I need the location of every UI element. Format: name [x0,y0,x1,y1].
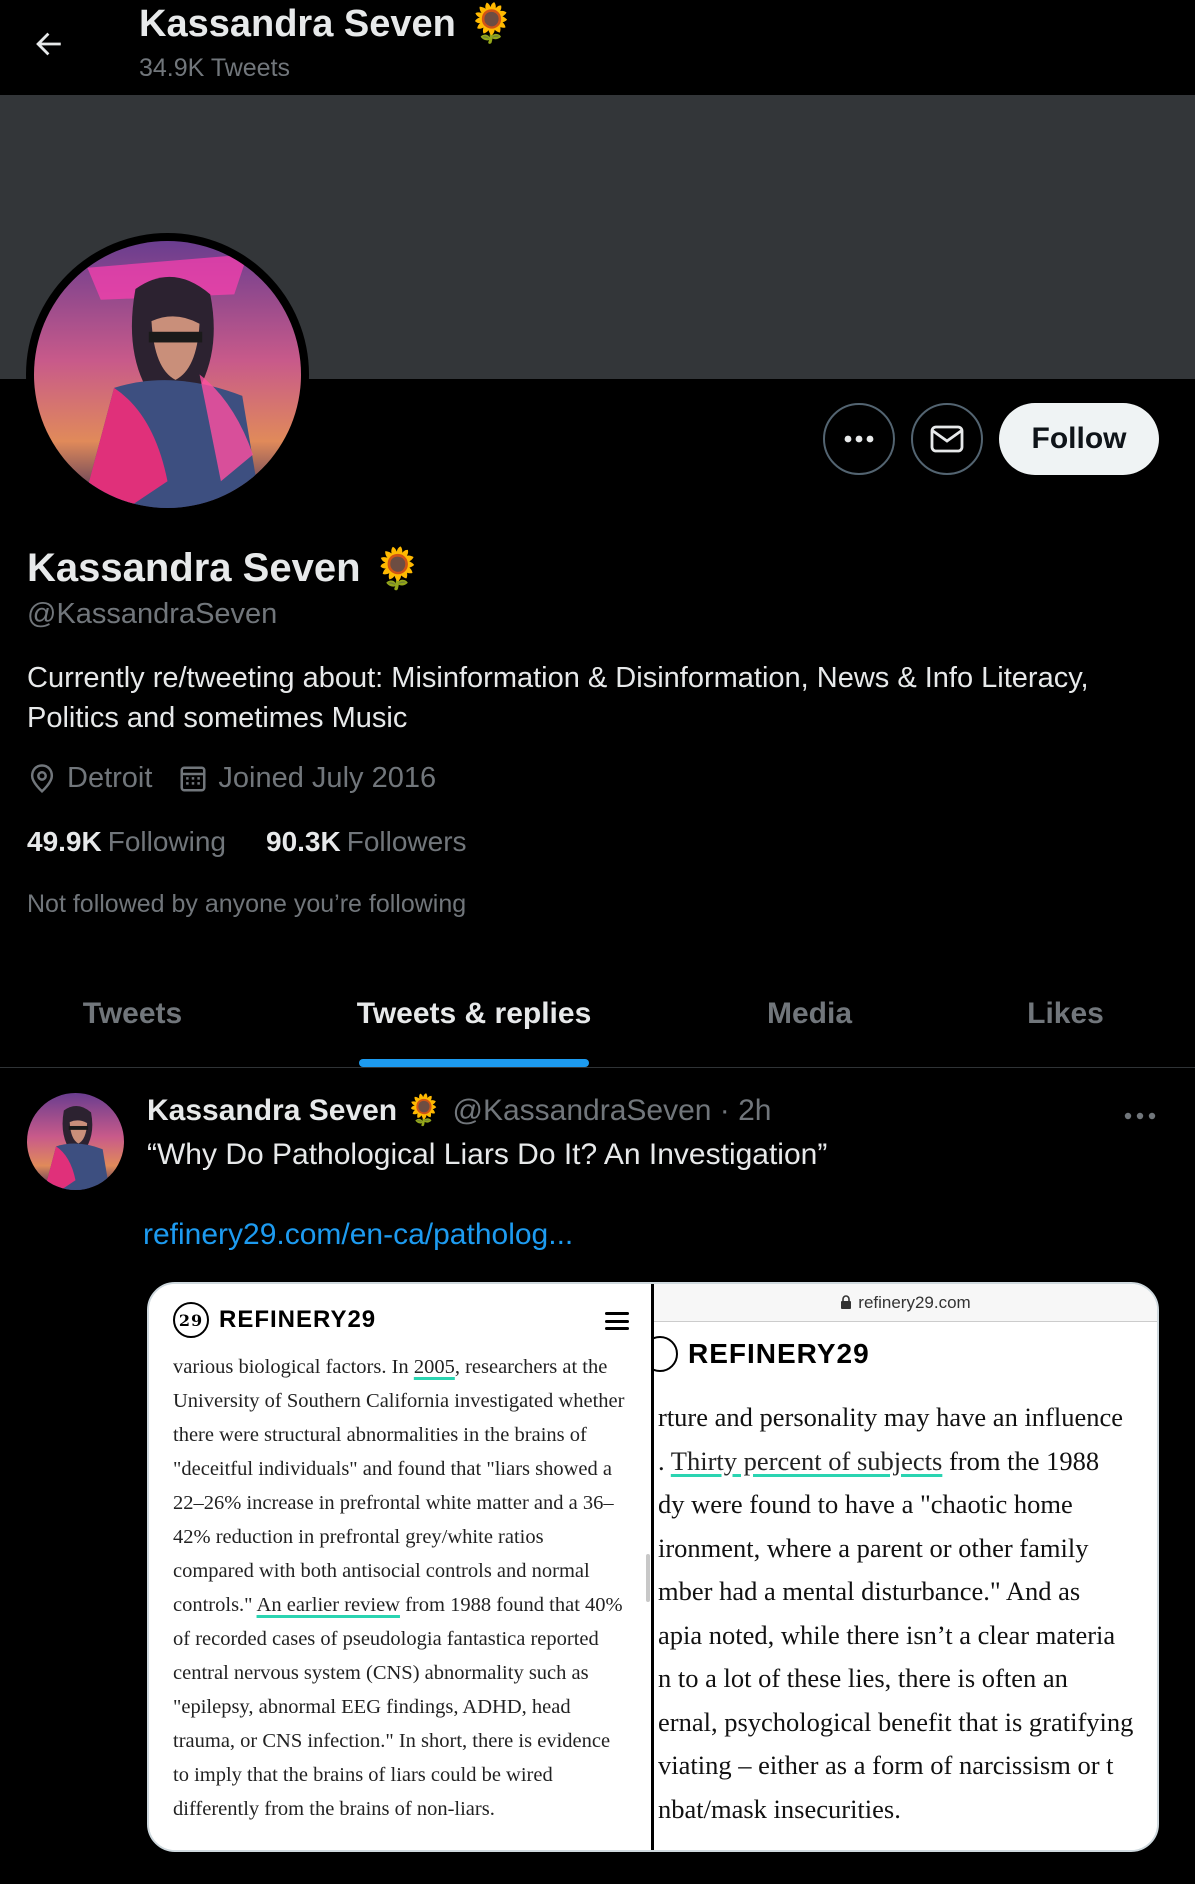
menu-icon [605,1312,629,1330]
left-article-text: various biological factors. In 2005, res… [173,1350,629,1826]
location-item: Detroit [27,762,152,795]
tweet-handle-time: @KassandraSeven · 2h [452,1093,772,1127]
refinery29-logo-icon: 29 [173,1302,209,1338]
follow-button[interactable]: Follow [999,403,1159,475]
more-options-button[interactable] [823,403,895,475]
url-text: refinery29.com [858,1292,971,1312]
more-icon [1124,1112,1156,1120]
tweet-link[interactable]: refinery29.com/en-ca/patholog... [143,1218,573,1252]
tweet-avatar[interactable] [27,1093,124,1190]
back-arrow-icon [36,32,61,56]
profile-tabs: Tweets Tweets & replies Media Likes [0,960,1195,1068]
left-text-part: from 1988 found that 40% of recorded cas… [173,1594,623,1820]
tab-likes[interactable]: Likes [936,960,1195,1068]
follow-stats: 49.9K Following 90.3K Followers [27,826,467,858]
joined-text: Joined July 2016 [218,762,437,794]
left-text-part: , researchers at the University of South… [173,1356,625,1616]
right-article-link: Thirty percent of subjects [670,1445,943,1476]
tab-tweets-replies[interactable]: Tweets & replies [265,960,683,1068]
right-text-part: from the 1988 [942,1445,1100,1476]
sunflower-icon: 🌻 [405,1094,443,1127]
right-text-line: apia noted, while there isn’t a clear ma… [658,1619,1116,1650]
followers-count: 90.3K [266,826,341,857]
location-text: Detroit [67,762,153,794]
refinery29-logo-icon [654,1336,678,1372]
lock-icon [841,1295,852,1309]
avatar-image [34,241,301,508]
mail-icon [930,425,964,453]
right-text-line: viating – either as a form of narcissism… [658,1750,1114,1780]
refinery29-logo: REFINERY29 [654,1336,870,1372]
more-icon [844,435,874,443]
tweet-count: 34.9K Tweets [139,54,291,82]
not-followed-note: Not followed by anyone you’re following [27,890,467,918]
header-name: Kassandra Seven [139,2,456,45]
tweet-more-button[interactable] [1118,1098,1162,1134]
media-right-panel: refinery29.com REFINERY29 rture and pers… [654,1284,1157,1850]
right-header: REFINERY29 [654,1336,870,1372]
right-logo-text: REFINERY29 [688,1338,870,1369]
profile-bio: Currently re/tweeting about: Misinformat… [27,662,1089,734]
right-text-line: nbat/mask insecurities. [658,1793,901,1824]
refinery29-logo: 29 REFINERY29 [173,1302,376,1338]
left-scrollbar [646,1554,650,1602]
right-article-text: rture and personality may have an influe… [658,1396,1157,1831]
calendar-icon [180,766,206,791]
display-name: Kassandra Seven [27,546,361,590]
tweet-header: Kassandra Seven 🌻 @KassandraSeven · 2h [147,1093,771,1128]
left-header: 29 REFINERY29 [173,1302,376,1338]
right-text-line: mber had a mental disturbance." And as [658,1576,1081,1606]
followers-label: Followers [346,826,467,857]
top-bar: Kassandra Seven 🌻 34.9K Tweets [0,0,1195,95]
tweet-author[interactable]: Kassandra Seven 🌻 [147,1093,443,1128]
tweet-media[interactable]: 29 REFINERY29 various biological factors… [147,1282,1159,1852]
tab-media[interactable]: Media [683,960,936,1068]
header-title: Kassandra Seven 🌻 [139,2,515,46]
media-left-panel: 29 REFINERY29 various biological factors… [149,1284,654,1850]
following-count: 49.9K [27,826,102,857]
left-text-part: various biological factors. In [173,1356,414,1378]
right-text-line: rture and personality may have an influe… [658,1402,1124,1432]
active-tab-indicator [359,1059,589,1067]
right-text-line: dy were found to have a "chaotic home [658,1489,1073,1519]
right-text-part: . [658,1445,671,1476]
right-text-line: ironment, where a parent or other family [658,1532,1089,1563]
profile-avatar[interactable] [26,233,309,516]
right-text-line: . Thirty percent of subjects from the 19… [658,1440,1157,1484]
url-bar: refinery29.com [654,1284,1157,1322]
right-text-line: n to a lot of these lies, there is often… [658,1663,1068,1693]
following-label: Following [107,826,226,857]
left-logo-text: REFINERY29 [219,1306,377,1333]
message-button[interactable] [911,403,983,475]
left-article-link: 2005 [413,1356,455,1378]
back-button[interactable] [26,22,70,66]
tweet-author-name: Kassandra Seven [147,1093,398,1127]
location-icon [30,763,54,793]
profile-meta: Detroit Joined July 2016 [27,762,462,795]
following-link[interactable]: 49.9K Following [27,826,226,858]
tab-tweets[interactable]: Tweets [0,960,265,1068]
profile-handle: @KassandraSeven [27,598,278,630]
sunflower-icon: 🌻 [467,3,516,45]
right-text-line: ernal, psychological benefit that is gra… [658,1706,1134,1737]
left-article-link: An earlier review [256,1594,400,1616]
joined-item: Joined July 2016 [178,762,436,795]
tweet-text: “Why Do Pathological Liars Do It? An Inv… [147,1138,828,1171]
followers-link[interactable]: 90.3K Followers [266,826,467,858]
profile-name: Kassandra Seven 🌻 [27,545,422,592]
sunflower-icon: 🌻 [372,547,423,591]
